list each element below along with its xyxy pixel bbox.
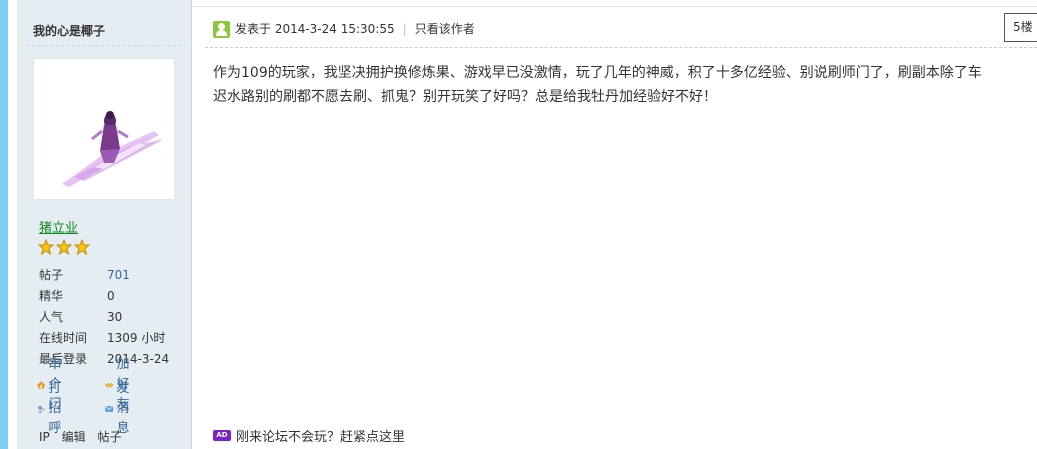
- star-icon: [38, 239, 54, 255]
- ip-link[interactable]: IP: [39, 430, 50, 444]
- avatar-image: [62, 111, 164, 187]
- stat-label: 人气: [39, 310, 64, 324]
- posts-link[interactable]: 帖子: [97, 430, 121, 444]
- ad-text: 刚来论坛不会玩？赶紧点这里: [236, 430, 406, 445]
- handshake-icon: [105, 383, 114, 388]
- post-header-divider: [205, 47, 1037, 48]
- avatar[interactable]: [33, 58, 175, 200]
- edit-link[interactable]: 编辑: [62, 430, 86, 444]
- sidebar-divider: [26, 45, 186, 46]
- home-icon: [37, 381, 46, 389]
- envelope-icon: [105, 406, 113, 412]
- user-group[interactable]: 猪立业: [39, 217, 78, 236]
- stat-value-digest: 0: [107, 289, 115, 303]
- stat-label: 帖子: [39, 268, 64, 282]
- post-time: 发表于 2014-3-24 15:30:55: [235, 22, 395, 36]
- stat-row-digest: 精华 0: [39, 286, 189, 307]
- author-sidebar: 我的心是椰子 猪立业 帖子 701 精华 0 人气 30 在线时间 1309 小…: [17, 0, 192, 449]
- only-author-link[interactable]: 只看该作者: [415, 20, 475, 38]
- page-left-edge: [0, 0, 8, 449]
- user-online-icon: [213, 20, 230, 38]
- stat-value-posts[interactable]: 701: [107, 265, 130, 286]
- stat-value-popularity: 30: [107, 310, 123, 324]
- author-name[interactable]: 我的心是椰子: [33, 22, 105, 39]
- stat-label: 在线时间: [39, 331, 88, 345]
- star-icon: [74, 239, 90, 255]
- stat-row-posts: 帖子 701: [39, 265, 189, 286]
- stat-row-popularity: 人气 30: [39, 307, 189, 328]
- star-rating: [38, 239, 90, 255]
- author-footer-links: IP 编辑 帖子: [39, 428, 129, 445]
- floor-number[interactable]: 5楼: [1004, 13, 1037, 42]
- ad-badge-icon: AD: [213, 430, 231, 441]
- greet-icon: [38, 405, 45, 413]
- message-button[interactable]: 发消息: [105, 381, 137, 436]
- stat-label: 精华: [39, 289, 64, 303]
- page-gap: [8, 0, 17, 449]
- post-content-line: 作为109的玩家，我坚决拥护换修炼果、游戏早已没激情，玩了几年的神威，积了十多亿…: [213, 65, 982, 81]
- post-header: 发表于 2014-3-24 15:30:55 | 只看该作者: [213, 20, 475, 38]
- separator: |: [402, 22, 407, 36]
- main-top-border: [192, 6, 1037, 7]
- greet-button[interactable]: 打招呼: [37, 381, 69, 436]
- post-content-line: 迟水路别的刷都不愿去刷、抓鬼？别开玩笑了好吗？总是给我牡丹加经验好不好！: [213, 89, 717, 105]
- post-content: 作为109的玩家，我坚决拥护换修炼果、游戏早已没激情，玩了几年的神威，积了十多亿…: [213, 61, 1037, 109]
- ad-link[interactable]: AD 刚来论坛不会玩？赶紧点这里: [213, 426, 405, 445]
- star-icon: [56, 239, 72, 255]
- stat-value-online-time: 1309 小时: [107, 331, 166, 345]
- stat-row-online-time: 在线时间 1309 小时: [39, 328, 189, 349]
